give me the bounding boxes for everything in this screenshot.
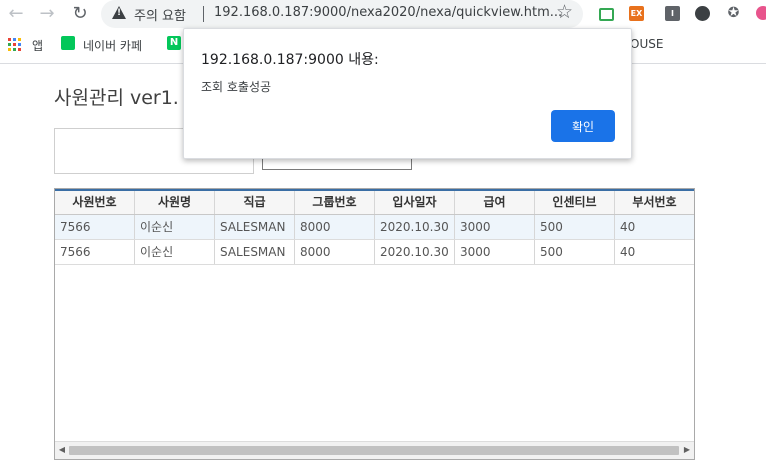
cell-group[interactable]: 8000	[295, 215, 375, 239]
warning-icon[interactable]	[112, 6, 126, 19]
cell-incentive[interactable]: 500	[535, 240, 615, 264]
naver-cafe-icon	[61, 36, 75, 50]
column-header-empno[interactable]: 사원번호	[55, 191, 135, 214]
cell-job[interactable]: SALESMAN	[215, 240, 295, 264]
alert-dialog: 192.168.0.187:9000 내용: 조회 호출성공 확인	[183, 28, 632, 159]
arrow-left-icon[interactable]: ←	[4, 2, 28, 26]
column-header-ename[interactable]: 사원명	[135, 191, 215, 214]
scroll-right-icon[interactable]: ▶	[681, 445, 693, 454]
dialog-message: 조회 호출성공	[201, 80, 272, 94]
info-extension-icon[interactable]: I	[665, 6, 680, 21]
employee-grid: 사원번호 사원명 직급 그룹번호 입사일자 급여 인센티브 부서번호 7566 …	[54, 188, 695, 460]
puzzle-icon[interactable]: ✪	[726, 6, 741, 21]
naver-icon[interactable]: N	[167, 36, 181, 50]
bookmark-naver-cafe[interactable]: 네이버 카페	[83, 37, 142, 54]
dialog-title: 192.168.0.187:9000 내용:	[201, 52, 379, 68]
cell-dept[interactable]: 40	[615, 240, 694, 264]
scroll-left-icon[interactable]: ◀	[56, 445, 68, 454]
profile-avatar[interactable]	[756, 6, 766, 20]
reload-icon[interactable]: ↻	[68, 2, 92, 26]
apps-grid-icon[interactable]	[8, 38, 22, 52]
cell-salary[interactable]: 3000	[455, 215, 535, 239]
horizontal-scrollbar[interactable]: ◀ ▶	[55, 441, 694, 459]
cell-empno[interactable]: 7566	[55, 240, 135, 264]
ex-extension-icon[interactable]: EX	[629, 6, 644, 21]
table-row[interactable]: 7566 이순신 SALESMAN 8000 2020.10.30 3000 5…	[55, 240, 694, 265]
confirm-button[interactable]: 확인	[551, 110, 615, 142]
omnibox-divider	[203, 6, 204, 22]
column-header-dept[interactable]: 부서번호	[615, 191, 694, 214]
arrow-right-icon[interactable]: →	[35, 2, 59, 26]
cell-group[interactable]: 8000	[295, 240, 375, 264]
cell-job[interactable]: SALESMAN	[215, 215, 295, 239]
security-status[interactable]: 주의 요함	[134, 5, 186, 24]
scrollbar-thumb[interactable]	[69, 446, 679, 455]
bookmark-apps[interactable]: 앱	[32, 37, 43, 54]
cell-dept[interactable]: 40	[615, 215, 694, 239]
cell-ename[interactable]: 이순신	[135, 240, 215, 264]
record-extension-icon[interactable]	[695, 6, 710, 21]
url-text[interactable]: 192.168.0.187:9000/nexa2020/nexa/quickvi…	[214, 5, 562, 20]
cell-hiredate[interactable]: 2020.10.30	[375, 240, 455, 264]
cell-salary[interactable]: 3000	[455, 240, 535, 264]
screen-extension-icon[interactable]	[599, 8, 614, 21]
cell-hiredate[interactable]: 2020.10.30	[375, 215, 455, 239]
cell-ename[interactable]: 이순신	[135, 215, 215, 239]
column-header-incentive[interactable]: 인센티브	[535, 191, 615, 214]
grid-header: 사원번호 사원명 직급 그룹번호 입사일자 급여 인센티브 부서번호	[55, 191, 694, 215]
column-header-job[interactable]: 직급	[215, 191, 295, 214]
cell-empno[interactable]: 7566	[55, 215, 135, 239]
bookmark-partial[interactable]: OUSE	[630, 37, 663, 51]
cell-incentive[interactable]: 500	[535, 215, 615, 239]
table-row[interactable]: 7566 이순신 SALESMAN 8000 2020.10.30 3000 5…	[55, 215, 694, 240]
column-header-salary[interactable]: 급여	[455, 191, 535, 214]
browser-toolbar: ← → ↻ 주의 요함 192.168.0.187:9000/nexa2020/…	[0, 0, 766, 28]
bookmark-star-icon[interactable]: ☆	[556, 1, 573, 23]
column-header-group[interactable]: 그룹번호	[295, 191, 375, 214]
column-header-hiredate[interactable]: 입사일자	[375, 191, 455, 214]
page-title: 사원관리 ver1.	[54, 87, 179, 109]
